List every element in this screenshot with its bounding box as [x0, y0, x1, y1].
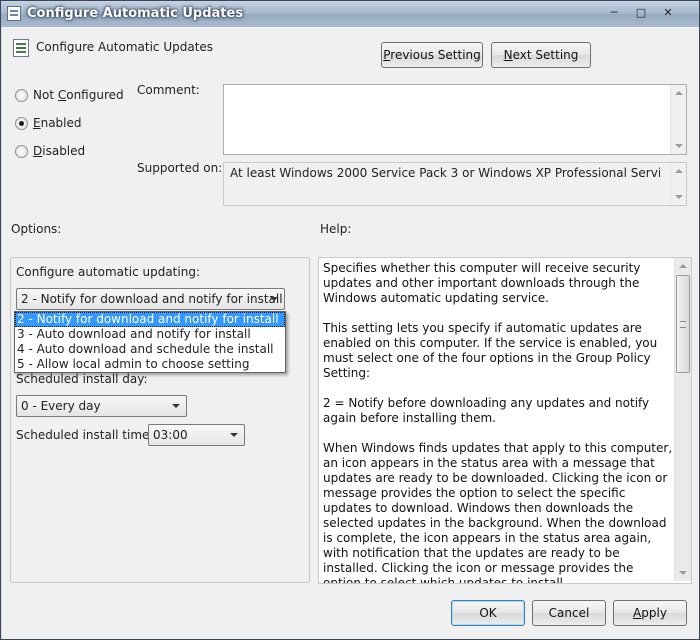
install-time-dropdown[interactable]: 03:00 — [148, 424, 245, 446]
previous-setting-button[interactable]: Previous Setting — [381, 42, 483, 68]
configure-updating-options-list[interactable]: 2 - Notify for download and notify for i… — [14, 311, 286, 373]
next-setting-button[interactable]: Next Setting — [491, 42, 591, 68]
install-time-label: Scheduled install time: — [16, 428, 154, 442]
policy-setting-icon — [13, 39, 29, 57]
dialog-window: Configure Automatic Updates ─ □ ✕ Config… — [0, 0, 700, 640]
help-label: Help: — [320, 222, 352, 236]
chevron-down-icon — [270, 297, 278, 301]
ok-button[interactable]: OK — [451, 600, 525, 626]
help-paragraph: When Windows finds updates that apply to… — [323, 441, 673, 584]
help-paragraph: This setting lets you specify if automat… — [323, 321, 658, 380]
scroll-up-icon[interactable] — [675, 169, 683, 173]
minimize-button[interactable]: ─ — [605, 5, 623, 21]
radio-not-configured[interactable]: Not Configured — [15, 86, 124, 104]
minimize-icon: ─ — [610, 6, 618, 19]
help-paragraph: Specifies whether this computer will rec… — [323, 261, 641, 305]
radio-label: Disabled — [33, 144, 86, 158]
maximize-icon: □ — [635, 6, 647, 19]
close-button[interactable]: ✕ — [659, 5, 677, 21]
comment-label: Comment: — [137, 83, 200, 97]
install-day-dropdown[interactable]: 0 - Every day — [16, 395, 187, 417]
title-bar[interactable]: Configure Automatic Updates ─ □ ✕ — [1, 1, 699, 27]
scrollbar-thumb[interactable] — [676, 275, 690, 373]
install-day-label: Scheduled install day: — [16, 372, 148, 386]
dialog-client-area: Configure Automatic Updates Previous Set… — [2, 27, 699, 639]
supported-on-value: At least Windows 2000 Service Pack 3 or … — [230, 166, 660, 180]
radio-enabled[interactable]: Enabled — [15, 114, 82, 132]
comment-scrollbar[interactable] — [670, 85, 686, 154]
dropdown-option-3[interactable]: 3 - Auto download and notify for install — [15, 327, 285, 342]
scroll-up-icon[interactable] — [679, 264, 687, 268]
supported-on-label: Supported on: — [137, 161, 223, 175]
chevron-down-icon — [172, 404, 180, 408]
setting-title: Configure Automatic Updates — [36, 40, 214, 54]
maximize-button[interactable]: □ — [632, 5, 650, 21]
radio-label: Not Configured — [33, 88, 124, 102]
help-scrollbar[interactable] — [674, 258, 691, 581]
policy-icon — [7, 6, 21, 21]
options-panel: Configure automatic updating: 2 - Notify… — [10, 257, 310, 583]
dropdown-option-5[interactable]: 5 - Allow local admin to choose setting — [15, 357, 285, 372]
scroll-down-icon[interactable] — [675, 195, 683, 199]
chevron-down-icon — [230, 433, 238, 437]
radio-circle[interactable] — [15, 116, 28, 130]
configure-updating-label: Configure automatic updating: — [16, 265, 200, 279]
help-panel: Specifies whether this computer will rec… — [318, 257, 692, 584]
close-icon: ✕ — [663, 6, 673, 19]
help-text: Specifies whether this computer will rec… — [323, 261, 675, 584]
scroll-down-icon[interactable] — [675, 144, 683, 148]
dropdown-option-2[interactable]: 2 - Notify for download and notify for i… — [15, 312, 285, 327]
cancel-button[interactable]: Cancel — [532, 600, 606, 626]
comment-field[interactable] — [223, 84, 687, 155]
configure-updating-dropdown[interactable]: 2 - Notify for download and notify for i… — [16, 288, 285, 310]
scroll-down-icon[interactable] — [679, 571, 687, 575]
radio-disabled[interactable]: Disabled — [15, 142, 85, 160]
radio-label: Enabled — [33, 116, 82, 130]
supported-on-field: At least Windows 2000 Service Pack 3 or … — [223, 162, 687, 206]
apply-button[interactable]: Apply — [613, 600, 687, 626]
help-paragraph: 2 = Notify before downloading any update… — [323, 396, 650, 425]
window-title: Configure Automatic Updates — [27, 6, 244, 21]
radio-circle[interactable] — [15, 144, 28, 158]
scroll-up-icon[interactable] — [675, 91, 683, 95]
options-label: Options: — [11, 222, 62, 236]
dropdown-option-4[interactable]: 4 - Auto download and schedule the insta… — [15, 342, 285, 357]
supported-scrollbar[interactable] — [670, 163, 686, 205]
radio-circle[interactable] — [15, 88, 28, 102]
